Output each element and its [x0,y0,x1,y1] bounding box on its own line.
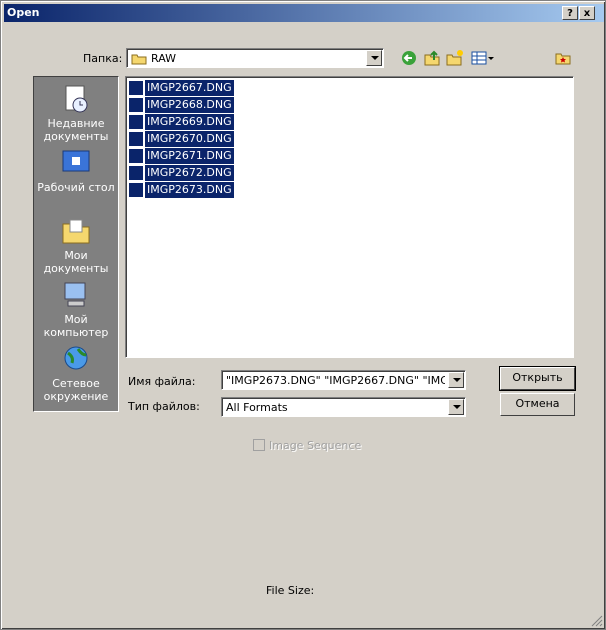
file-name: IMGP2671.DNG [145,148,234,164]
place-my-computer[interactable]: Мой компьютер [34,279,118,339]
dng-file-icon [129,115,143,129]
place-label: Мои документы [43,249,109,275]
lookin-label: Папка: [83,52,123,65]
place-recent[interactable]: Недавние документы [34,83,118,143]
place-label: Сетевое окружение [43,377,109,403]
file-name: IMGP2669.DNG [145,114,234,130]
help-button[interactable]: ? [562,6,578,20]
place-label: Мой компьютер [43,313,109,339]
my-documents-icon [62,219,90,244]
dng-file-icon [129,149,143,163]
filename-label: Имя файла: [128,375,196,388]
resize-grip-icon[interactable] [591,615,603,627]
chevron-down-icon[interactable] [448,372,464,388]
cancel-button[interactable]: Отмена [500,393,575,416]
image-sequence-checkbox[interactable] [253,439,265,451]
dng-file-icon [129,132,143,146]
up-folder-icon[interactable] [422,48,442,68]
favorites-icon[interactable] [553,48,573,68]
filetype-combo[interactable]: All Formats [221,397,466,417]
filename-input[interactable]: "IMGP2673.DNG" "IMGP2667.DNG" "IMGP2 [226,374,445,387]
window-title: Open [7,6,40,19]
lookin-combo[interactable]: RAW [126,48,384,68]
file-name: IMGP2672.DNG [145,165,234,181]
place-network[interactable]: Сетевое окружение [34,343,118,403]
lookin-value: RAW [151,52,176,65]
place-label: Недавние документы [43,117,109,143]
recent-documents-icon [65,85,88,113]
file-name: IMGP2668.DNG [145,97,234,113]
filetype-value: All Formats [226,401,288,414]
place-my-documents[interactable]: Мои документы [34,215,118,275]
open-button[interactable]: Открыть [499,366,576,391]
dng-file-icon [129,166,143,180]
place-desktop[interactable]: Рабочий стол [34,147,118,194]
place-label: Рабочий стол [37,181,115,194]
dng-file-icon [129,81,143,95]
places-bar: Недавние документы Рабочий стол Мои доку… [33,76,119,412]
image-sequence-label: Image Sequence [269,439,362,452]
dng-file-icon [129,98,143,112]
title-bar[interactable]: Open ? x [4,4,604,22]
file-name: IMGP2667.DNG [145,80,234,96]
filetype-label: Тип файлов: [128,400,200,413]
chevron-down-icon[interactable] [448,399,464,415]
file-list[interactable]: IMGP2667.DNG IMGP2668.DNG IMGP2669.DNG IMGP… [125,76,574,358]
file-name: IMGP2670.DNG [145,131,234,147]
close-button[interactable]: x [579,6,595,20]
filename-combo[interactable]: "IMGP2673.DNG" "IMGP2667.DNG" "IMGP2 [221,370,466,390]
desktop-icon [62,150,90,172]
chevron-down-icon[interactable] [366,50,382,66]
open-dialog: Open ? x Папка: RAW Недавние документы Р… [0,0,606,630]
view-menu-icon[interactable] [469,48,495,68]
dng-file-icon [129,183,143,197]
network-globe-icon [64,346,88,370]
new-folder-icon[interactable] [445,48,465,68]
back-icon[interactable] [399,48,419,68]
file-name: IMGP2673.DNG [145,182,234,198]
my-computer-icon [64,282,86,307]
folder-icon [131,54,147,65]
file-size-label: File Size: [266,584,315,597]
